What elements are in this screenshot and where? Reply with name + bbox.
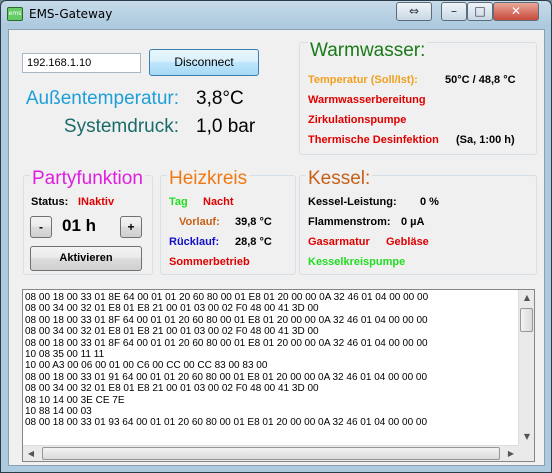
log-vertical-scrollbar[interactable]: ▲ ▼ xyxy=(518,290,534,445)
systemdruck-label: Systemdruck: xyxy=(63,116,179,137)
window-title: EMS-Gateway xyxy=(29,7,113,21)
heiz-vorlauf-value: 39,8 °C xyxy=(235,216,272,228)
party-activate-button[interactable]: Aktivieren xyxy=(30,246,142,271)
log-line: 08 10 14 00 3E CE 7E xyxy=(25,394,125,406)
log-horizontal-thumb[interactable] xyxy=(42,447,500,460)
kessel-gasarmatur-status: Gasarmatur xyxy=(308,236,370,248)
log-line: 08 00 34 00 32 01 E8 01 E8 21 00 01 03 0… xyxy=(25,326,319,338)
close-button[interactable]: ✕ xyxy=(493,2,539,21)
log-line: 08 00 18 00 33 01 91 64 00 01 01 20 60 8… xyxy=(25,371,428,383)
app-icon: ems xyxy=(7,7,23,21)
scroll-up-icon[interactable]: ▲ xyxy=(520,291,534,305)
ww-desinfektion-time: (Sa, 1:00 h) xyxy=(456,134,515,146)
ip-address-input[interactable] xyxy=(22,53,141,73)
heiz-vorlauf-label: Vorlauf: xyxy=(179,216,220,228)
log-vertical-thumb[interactable] xyxy=(520,308,533,332)
log-line: 10 08 35 00 11 11 xyxy=(25,349,105,361)
scroll-left-icon[interactable]: ◀ xyxy=(24,447,38,461)
minimize-button[interactable]: – xyxy=(441,2,467,21)
aussentemperatur-value: 3,8°C xyxy=(196,88,244,109)
log-line: 08 00 18 00 33 01 93 64 00 01 01 20 60 8… xyxy=(25,417,428,429)
client-area: Disconnect Außentemperatur: 3,8°C System… xyxy=(8,29,545,466)
log-horizontal-scrollbar[interactable]: ◀ ▶ xyxy=(23,445,519,461)
heiz-ruecklauf-label: Rücklauf: xyxy=(169,236,220,248)
maximize-button[interactable]: □ xyxy=(467,2,493,21)
log-line: 08 00 18 00 33 01 8E 64 00 01 01 20 60 8… xyxy=(25,292,429,303)
ww-temperatur-value: 50°C / 48,8 °C xyxy=(445,74,516,86)
party-status-value: INaktiv xyxy=(78,196,115,208)
resize-arrows-icon[interactable]: ⇔ xyxy=(396,2,432,21)
title-bar[interactable]: ems EMS-Gateway ⇔ – □ ✕ xyxy=(1,1,551,27)
partyfunktion-group: Partyfunktion Status: INaktiv - 01 h + A… xyxy=(23,168,153,275)
party-status-label: Status: xyxy=(31,196,69,208)
log-line: 08 00 34 00 32 01 E8 01 E8 21 00 01 03 0… xyxy=(25,303,319,315)
kessel-title: Kessel: xyxy=(306,168,373,190)
kessel-flammenstrom-label: Flammenstrom: xyxy=(308,216,391,228)
log-line: 08 00 34 00 32 01 E8 01 E8 21 00 01 03 0… xyxy=(25,383,319,395)
kessel-kesselkreispumpe-status: Kesselkreispumpe xyxy=(308,256,406,268)
scrollbar-corner xyxy=(518,445,534,461)
log-line: 10 88 14 00 03 xyxy=(25,406,92,418)
log-line: 10 00 A3 00 06 00 01 00 C6 00 CC 00 CC 8… xyxy=(25,360,268,372)
kessel-geblaese-status: Gebläse xyxy=(386,236,429,248)
scroll-down-icon[interactable]: ▼ xyxy=(520,430,534,444)
scroll-right-icon[interactable]: ▶ xyxy=(504,447,518,461)
ww-bereitung-status: Warmwasserbereitung xyxy=(308,94,426,106)
heiz-nacht-status: Nacht xyxy=(203,196,234,208)
aussentemperatur-label: Außentemperatur: xyxy=(25,88,179,109)
warmwasser-group: Warmwasser: Temperatur (Soll/Ist): 50°C … xyxy=(299,40,537,155)
ww-zirkulation-status: Zirkulationspumpe xyxy=(308,114,407,126)
heiz-sommerbetrieb-status: Sommerbetrieb xyxy=(169,256,250,268)
message-log[interactable]: 08 00 18 00 33 01 8E 64 00 01 01 20 60 8… xyxy=(22,289,535,462)
heiz-tag-status: Tag xyxy=(169,196,188,208)
kessel-group: Kessel: Kessel-Leistung: 0 % Flammenstro… xyxy=(299,168,537,275)
systemdruck-value: 1,0 bar xyxy=(196,116,256,137)
log-line: 08 00 18 00 33 01 8F 64 00 01 01 20 60 8… xyxy=(25,337,428,349)
ww-desinfektion-status: Thermische Desinfektion xyxy=(308,134,439,146)
warmwasser-title: Warmwasser: xyxy=(308,40,428,62)
party-hours-value: 01 h xyxy=(62,216,97,235)
log-line: 08 00 18 00 33 01 8F 64 00 01 01 20 60 8… xyxy=(25,314,428,326)
app-window: ems EMS-Gateway ⇔ – □ ✕ Disconnect Außen… xyxy=(0,0,552,473)
kessel-leistung-label: Kessel-Leistung: xyxy=(308,196,397,208)
kessel-leistung-value: 0 % xyxy=(420,196,439,208)
message-log-text: 08 00 18 00 33 01 8E 64 00 01 01 20 60 8… xyxy=(25,292,428,429)
disconnect-button[interactable]: Disconnect xyxy=(149,49,259,76)
heizkreis-group: Heizkreis Tag Nacht Vorlauf: 39,8 °C Rüc… xyxy=(160,168,296,275)
party-plus-button[interactable]: + xyxy=(120,216,142,238)
kessel-flammenstrom-value: 0 µA xyxy=(401,216,425,228)
ww-temperatur-label: Temperatur (Soll/Ist): xyxy=(308,74,418,86)
heizkreis-title: Heizkreis xyxy=(167,168,250,190)
party-minus-button[interactable]: - xyxy=(30,216,52,238)
partyfunktion-title: Partyfunktion xyxy=(30,168,145,190)
heiz-ruecklauf-value: 28,8 °C xyxy=(235,236,272,248)
